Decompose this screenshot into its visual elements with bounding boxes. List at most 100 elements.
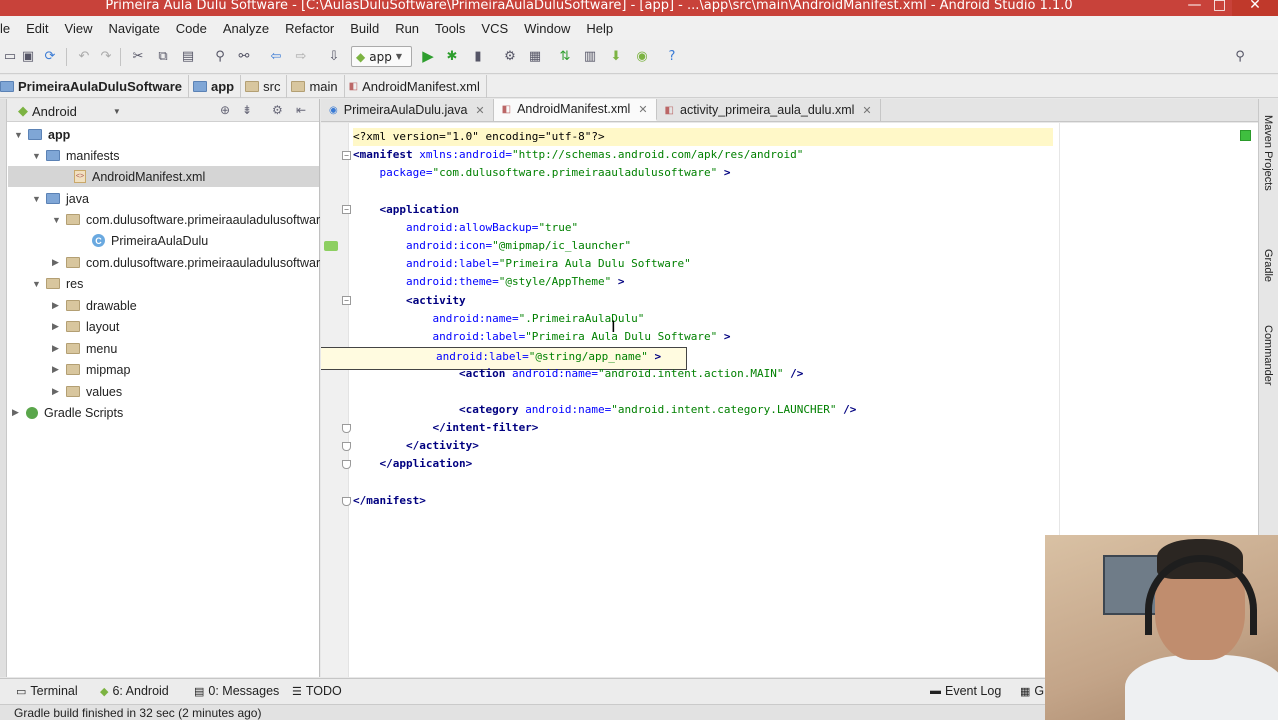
close-tab-icon[interactable]: ✕ (475, 104, 484, 117)
sdk-manager-icon[interactable]: ⬇ (608, 48, 624, 64)
todo-tab[interactable]: ☰ TODO (292, 684, 342, 698)
menu-run[interactable]: Run (387, 21, 427, 36)
code-line-5: <application (353, 203, 459, 216)
folder-icon (66, 343, 80, 354)
commander-tab[interactable]: Commander (1262, 325, 1274, 386)
terminal-icon: ▭ (16, 685, 27, 698)
chevron-down-icon: ▼ (32, 193, 41, 204)
breadcrumb-project[interactable]: PrimeiraAulaDuluSoftware (0, 74, 189, 98)
tree-item-app[interactable]: ▼ app (14, 124, 70, 145)
run-configuration-dropdown[interactable]: ◆ app ▼ (351, 46, 412, 67)
chevron-down-icon: ▼ (112, 106, 121, 116)
avd-manager-icon[interactable]: ▥ (582, 48, 598, 64)
project-structure-icon[interactable]: ⚙ (502, 48, 518, 64)
close-tab-icon[interactable]: ✕ (638, 103, 647, 116)
gradle-sync-icon[interactable]: ⇅ (557, 48, 573, 64)
tree-item-package[interactable]: ▼ com.dulusoftware.primeiraauladulusoftw… (52, 209, 320, 230)
tree-item-values[interactable]: ▶ values (52, 381, 122, 402)
replace-icon[interactable]: ⚯ (236, 48, 252, 64)
folder-icon (66, 300, 80, 311)
menu-window[interactable]: Window (516, 21, 578, 36)
monitor-icon[interactable]: ◉ (634, 48, 650, 64)
debug-icon[interactable]: ✱ (444, 48, 460, 64)
code-line-17: </intent-filter> (353, 421, 539, 434)
tab-activity-layout-xml[interactable]: ◧ activity_primeira_aula_dulu.xml ✕ (657, 99, 881, 121)
maximize-button[interactable]: □ (1207, 0, 1232, 16)
android-icon: ◆ (18, 103, 28, 118)
tree-item-drawable[interactable]: ▶ drawable (52, 295, 137, 316)
project-view-selector[interactable]: ◆ Android ▼ (18, 103, 121, 119)
tree-item-androidmanifest[interactable]: <> AndroidManifest.xml (8, 166, 319, 187)
gear-icon[interactable]: ⚙ (272, 103, 283, 117)
fold-marker[interactable] (342, 460, 351, 469)
fold-marker[interactable]: − (342, 151, 351, 160)
copy-icon[interactable]: ⧉ (155, 48, 171, 64)
hide-pane-icon[interactable]: ⇤ (296, 103, 306, 117)
tree-item-layout[interactable]: ▶ layout (52, 316, 119, 337)
fold-marker[interactable] (342, 497, 351, 506)
minimize-button[interactable]: — (1182, 0, 1207, 16)
tree-item-res[interactable]: ▼ res (32, 273, 83, 294)
search-everywhere-icon[interactable]: ⚲ (1232, 48, 1248, 64)
paste-icon[interactable]: ▤ (180, 48, 196, 64)
tab-androidmanifest-xml[interactable]: ◧ AndroidManifest.xml ✕ (493, 99, 657, 121)
gradle-console-tab[interactable]: ▦ G (1020, 684, 1044, 698)
menu-tools[interactable]: Tools (427, 21, 473, 36)
breadcrumb-main[interactable]: main (287, 74, 345, 98)
close-tab-icon[interactable]: ✕ (862, 104, 871, 117)
tab-primeiraauladulu-java[interactable]: ◉ PrimeiraAulaDulu.java ✕ (321, 99, 494, 121)
menu-file[interactable]: le (0, 21, 18, 36)
maven-projects-tab[interactable]: Maven Projects (1262, 115, 1274, 191)
event-log-tab[interactable]: ▬ Event Log (930, 684, 1001, 698)
breadcrumb-file[interactable]: ◧ AndroidManifest.xml (345, 74, 487, 98)
back-icon[interactable]: ⇦ (268, 48, 284, 64)
breadcrumb-src[interactable]: src (241, 74, 288, 98)
package-icon (66, 257, 80, 268)
menu-vcs[interactable]: VCS (473, 21, 516, 36)
tree-item-manifests[interactable]: ▼ manifests (32, 145, 120, 166)
menu-analyze[interactable]: Analyze (215, 21, 277, 36)
tree-item-package-test[interactable]: ▶ com.dulusoftware.primeiraauladulusoftw… (52, 252, 320, 273)
title-bar: Primeira Aula Dulu Software - [C:\AulasD… (0, 0, 1278, 16)
sync-icon[interactable]: ⟳ (42, 48, 58, 64)
class-icon: C (92, 234, 105, 247)
fold-marker[interactable] (342, 424, 351, 433)
tree-item-java[interactable]: ▼ java (32, 188, 89, 209)
menu-help[interactable]: Help (578, 21, 621, 36)
breadcrumb-app[interactable]: app (189, 74, 242, 98)
save-icon[interactable]: ▣ (20, 48, 36, 64)
menu-build[interactable]: Build (342, 21, 387, 36)
find-icon[interactable]: ⚲ (212, 48, 228, 64)
tree-item-mipmap[interactable]: ▶ mipmap (52, 359, 130, 380)
menu-edit[interactable]: Edit (18, 21, 56, 36)
cut-icon[interactable]: ✂ (130, 48, 146, 64)
gradle-tab[interactable]: Gradle (1262, 249, 1274, 282)
menu-navigate[interactable]: Navigate (100, 21, 167, 36)
folder-icon (245, 80, 260, 92)
settings-icon[interactable]: ▦ (527, 48, 543, 64)
tree-item-gradle-scripts[interactable]: ▶ Gradle Scripts (12, 402, 123, 423)
open-folder-icon[interactable]: ▭ (2, 48, 18, 64)
tree-item-primeiraauladulu[interactable]: C PrimeiraAulaDulu (92, 230, 208, 251)
run-icon[interactable]: ▶ (420, 47, 436, 65)
tree-item-menu[interactable]: ▶ menu (52, 338, 117, 359)
forward-icon[interactable]: ⇨ (293, 48, 309, 64)
android-tab[interactable]: ◆ 6: Android (100, 684, 169, 698)
attach-debugger-icon[interactable]: ▮ (470, 48, 486, 64)
menu-refactor[interactable]: Refactor (277, 21, 342, 36)
terminal-tab[interactable]: ▭ Terminal (16, 684, 78, 698)
menu-view[interactable]: View (57, 21, 101, 36)
fold-marker[interactable]: − (342, 296, 351, 305)
collapse-all-icon[interactable]: ⇟ (242, 103, 252, 117)
scroll-from-source-icon[interactable]: ⊕ (220, 103, 230, 117)
undo-icon[interactable]: ↶ (76, 48, 92, 64)
fold-marker[interactable]: − (342, 205, 351, 214)
messages-tab[interactable]: ▤ 0: Messages (194, 684, 279, 698)
help-icon[interactable]: ? (664, 48, 680, 64)
redo-icon[interactable]: ↷ (98, 48, 114, 64)
menu-code[interactable]: Code (168, 21, 215, 36)
make-project-icon[interactable]: ⇩ (326, 48, 342, 64)
fold-marker[interactable] (342, 442, 351, 451)
android-icon: ◆ (356, 49, 366, 64)
close-button[interactable]: ✕ (1232, 0, 1278, 16)
